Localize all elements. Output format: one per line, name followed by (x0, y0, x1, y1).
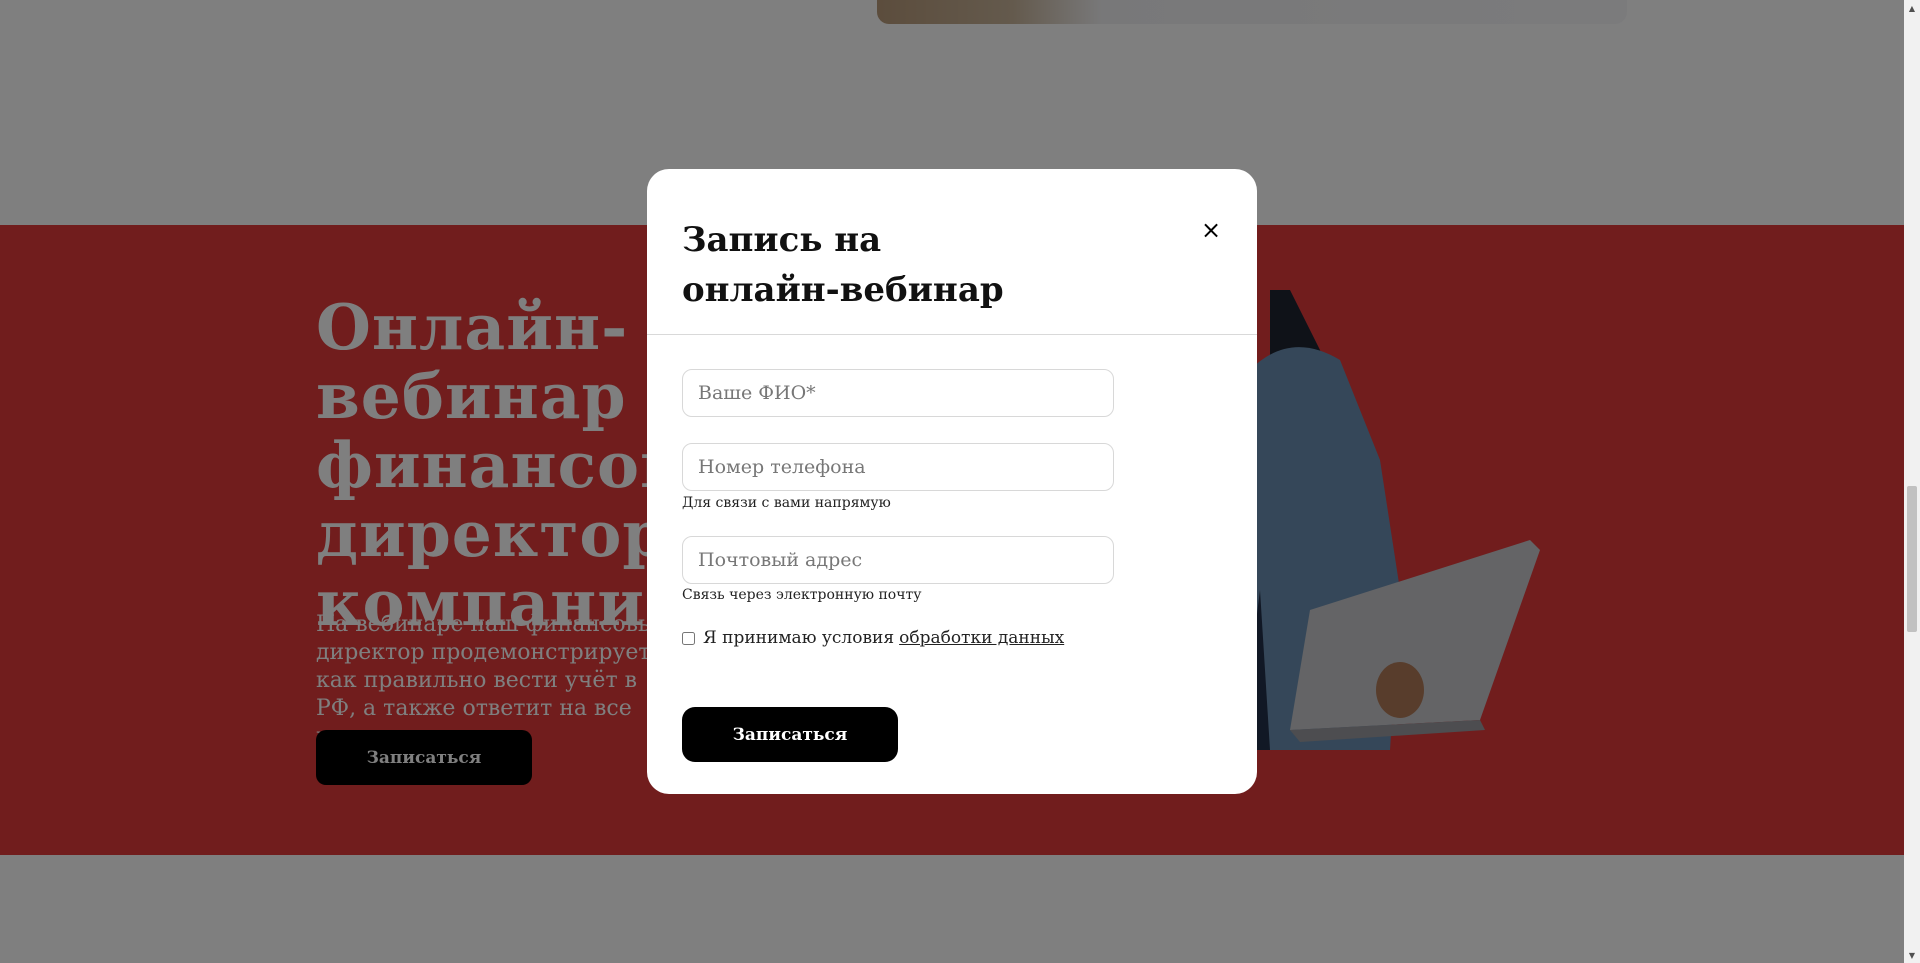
scrollbar-thumb[interactable] (1907, 486, 1917, 632)
scroll-up-arrow-icon[interactable]: ▲ (1904, 0, 1920, 16)
email-hint: Связь через электронную почту (682, 587, 922, 603)
phone-hint: Для связи с вами напрямую (682, 495, 891, 511)
modal-title: Запись на онлайн-вебинар (682, 220, 1004, 310)
consent-checkbox[interactable] (682, 631, 695, 645)
consent-text: Я принимаю условия (703, 628, 895, 648)
consent-row: Я принимаю условия обработки данных (682, 628, 1064, 648)
phone-input[interactable] (682, 443, 1114, 491)
email-input[interactable] (682, 536, 1114, 584)
page-scrollbar[interactable]: ▲ ▼ (1904, 0, 1920, 963)
submit-button[interactable]: Записаться (682, 707, 898, 762)
modal-divider (647, 334, 1257, 335)
name-input[interactable] (682, 369, 1114, 417)
data-processing-link[interactable]: обработки данных (899, 628, 1064, 648)
signup-modal: Запись на онлайн-вебинар × Для связи с в… (647, 169, 1257, 794)
scroll-down-arrow-icon[interactable]: ▼ (1904, 947, 1920, 963)
close-icon[interactable]: × (1196, 215, 1226, 245)
